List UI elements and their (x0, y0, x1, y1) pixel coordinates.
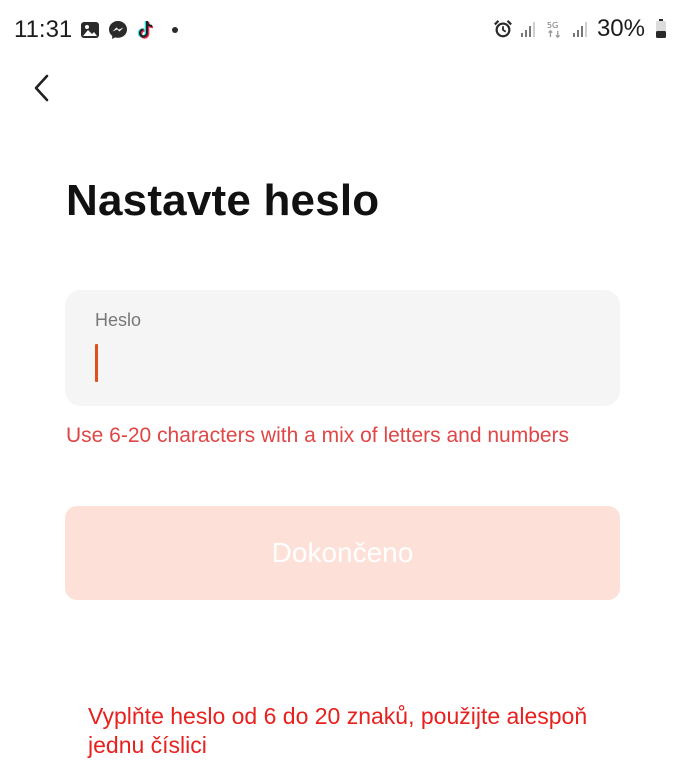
5g-icon: 5G (545, 19, 565, 39)
password-input[interactable] (95, 342, 595, 382)
status-icons-left (80, 18, 178, 42)
password-field-label: Heslo (95, 310, 142, 330)
page: 11:31 5G 30% Nastavte heslo Heslo Use 6-… (0, 0, 677, 769)
back-button[interactable] (24, 70, 60, 106)
status-icons-right: 5G 30% (493, 15, 671, 42)
done-button[interactable]: Dokončeno (65, 506, 620, 600)
gallery-icon (80, 20, 100, 40)
battery-icon (651, 19, 671, 39)
network-label: 5G (547, 20, 559, 30)
chevron-left-icon (34, 74, 49, 102)
battery-percent: 30% (596, 15, 645, 42)
status-time: 11:31 (14, 16, 73, 43)
page-title: Nastavte heslo (66, 176, 380, 225)
dot-icon (172, 27, 178, 33)
status-bar: 11:31 5G 30% (0, 0, 677, 60)
text-caret (95, 344, 98, 382)
annotation-text: Vyplňte heslo od 6 do 20 znaků, použijte… (88, 703, 588, 758)
password-hint: Use 6-20 characters with a mix of letter… (66, 424, 570, 447)
alarm-icon (493, 19, 513, 39)
password-field[interactable]: Heslo (65, 290, 620, 406)
tiktok-icon (136, 20, 156, 40)
messenger-icon (108, 20, 128, 40)
signal-icon (519, 19, 539, 39)
signal-icon-2 (571, 19, 591, 39)
